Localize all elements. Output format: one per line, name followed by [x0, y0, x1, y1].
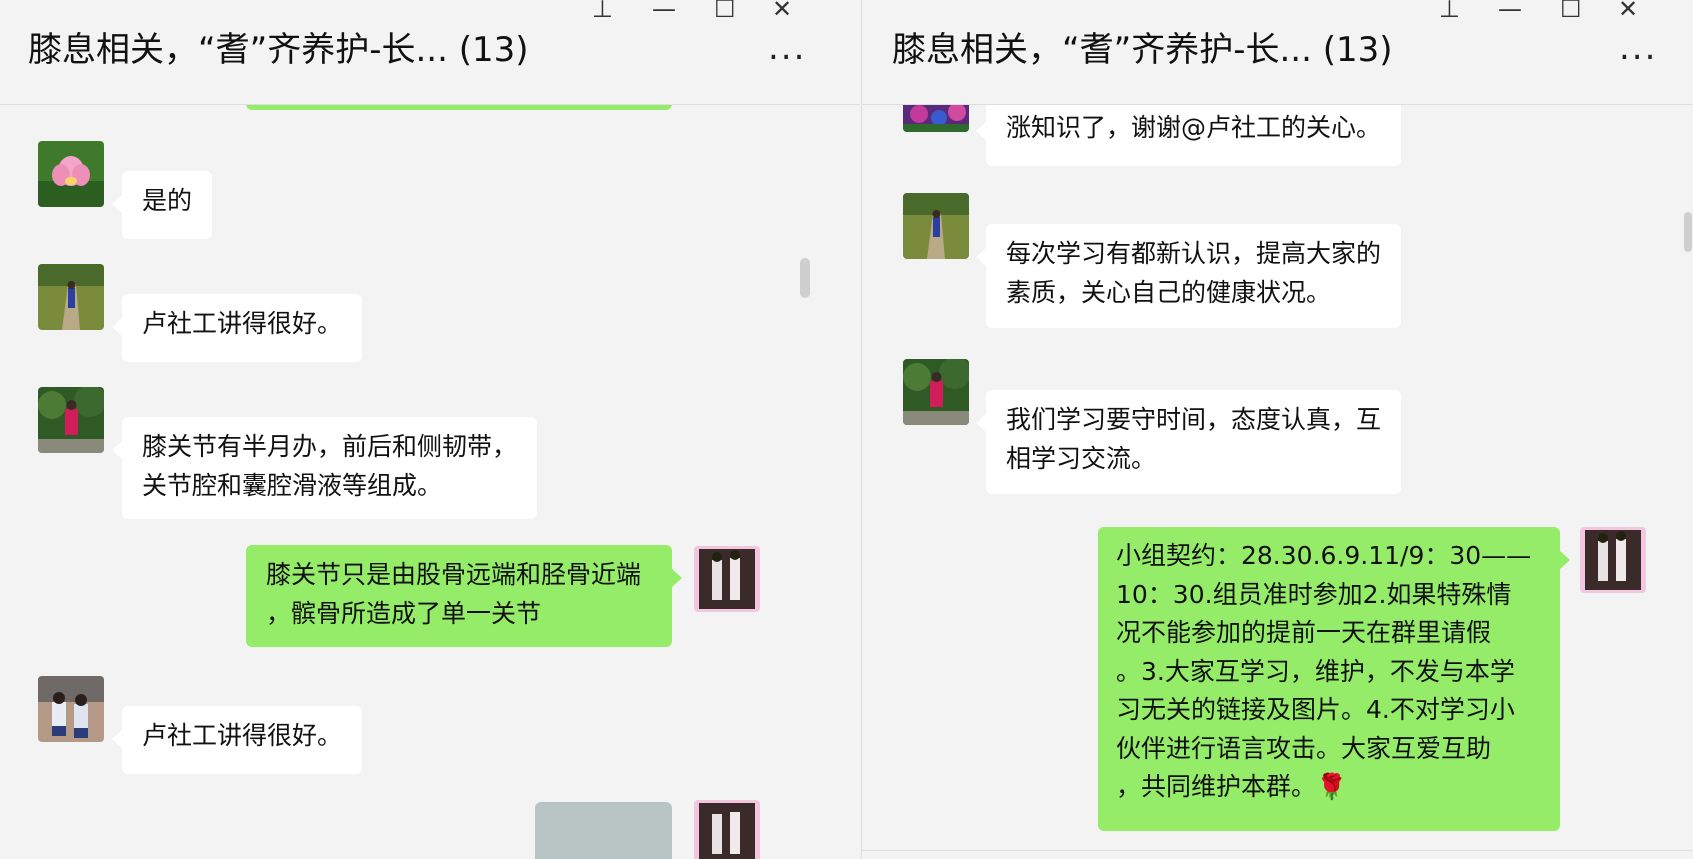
chat-title: 膝息相关，“耆”齐养护-长... (13)	[892, 30, 1393, 70]
message-bubble[interactable]: 每次学习有都新认识，提高大家的 素质，关心自己的健康状况。	[975, 224, 1402, 328]
close-icon[interactable]: ✕	[1618, 0, 1638, 24]
maximize-icon[interactable]: ☐	[714, 0, 736, 24]
message-text: 涨知识了，谢谢@卢社工的关心。	[1006, 113, 1382, 142]
avatar-garden-path[interactable]	[38, 264, 104, 330]
scrollbar-thumb[interactable]	[800, 258, 810, 298]
message-text-line: 况不能参加的提前一天在群里请假	[1116, 618, 1492, 647]
avatar-self[interactable]	[694, 546, 760, 612]
message-bubble[interactable]: 卢社工讲得很好。	[111, 294, 363, 362]
message-text-line: 。3.大家互学习，维护，不发与本学	[1116, 656, 1515, 686]
message-text-line: 小组契约：28.30.6.9.11/9：30——	[1116, 541, 1532, 570]
message-text-line: 我们学习要守时间，态度认真，互	[1006, 405, 1382, 434]
avatar-person-red[interactable]	[38, 387, 104, 453]
pin-icon[interactable]: ⊥	[1439, 0, 1460, 24]
message-text-line: 每次学习有都新认识，提高大家的	[1006, 239, 1382, 268]
message-text-line: 伙伴进行语言攻击。大家互爱互助	[1116, 733, 1492, 763]
avatar-garden-path[interactable]	[903, 193, 969, 259]
input-area-divider	[862, 850, 1693, 851]
minimize-icon[interactable]: —	[1498, 0, 1522, 24]
avatar-self[interactable]	[694, 800, 760, 859]
more-options-icon[interactable]: ...	[768, 28, 806, 68]
message-bubble[interactable]: 我们学习要守时间，态度认真，互 相学习交流。	[975, 390, 1402, 494]
message-bubble-own[interactable]: 小组契约：28.30.6.9.11/9：30—— 10：30.组员准时参加2.如…	[1098, 527, 1570, 831]
message-bubble[interactable]: 涨知识了，谢谢@卢社工的关心。	[975, 98, 1402, 166]
message-text-line: 素质，关心自己的健康状况。	[1006, 278, 1332, 307]
message-bubble[interactable]: 是的	[111, 171, 213, 239]
avatar-person-red[interactable]	[903, 359, 969, 425]
message-text-line: ，髌骨所造成了单一关节	[266, 599, 542, 628]
chat-title: 膝息相关，“耆”齐养护-长... (13)	[28, 30, 529, 70]
pin-icon[interactable]: ⊥	[592, 0, 613, 24]
chat-window-left: 膝息相关，“耆”齐养护-长... (13) ⊥ — ☐ ✕ ... 是的 卢社工…	[0, 0, 860, 859]
message-text-line: 膝关节有半月办，前后和侧韧带，	[142, 432, 518, 461]
image-message-thumbnail[interactable]	[535, 802, 672, 859]
avatar-lotus[interactable]	[38, 141, 104, 207]
message-text-line: 相学习交流。	[1006, 444, 1157, 473]
title-bar: 膝息相关，“耆”齐养护-长... (13) ⊥ — ☐ ✕ ...	[862, 0, 1693, 105]
message-text-line: 关节腔和囊腔滑液等组成。	[142, 471, 443, 500]
message-text-line: 10：30.组员准时参加2.如果特殊情	[1116, 579, 1512, 609]
message-text: 卢社工讲得很好。	[142, 721, 343, 750]
message-bubble-own[interactable]: 膝关节只是由股骨远端和胫骨近端 ，髌骨所造成了单一关节	[246, 545, 682, 647]
minimize-icon[interactable]: —	[652, 0, 676, 24]
message-text-line: ，共同维护本群。🌹	[1116, 772, 1348, 801]
avatar-self[interactable]	[1580, 527, 1646, 593]
chat-window-right: 膝息相关，“耆”齐养护-长... (13) ⊥ — ☐ ✕ ... 涨知识了，谢…	[861, 0, 1693, 859]
message-text-line: 膝关节只是由股骨远端和胫骨近端	[266, 560, 642, 589]
title-bar: 膝息相关，“耆”齐养护-长... (13) ⊥ — ☐ ✕ ...	[0, 0, 860, 105]
message-text: 卢社工讲得很好。	[142, 309, 343, 338]
message-bubble[interactable]: 卢社工讲得很好。	[111, 706, 363, 774]
maximize-icon[interactable]: ☐	[1560, 0, 1582, 24]
message-text: 是的	[142, 186, 193, 215]
message-text-line: 习无关的链接及图片。4.不对学习小	[1116, 695, 1515, 724]
more-options-icon[interactable]: ...	[1619, 28, 1657, 68]
scrollbar-thumb[interactable]	[1684, 212, 1692, 252]
message-bubble[interactable]: 膝关节有半月办，前后和侧韧带， 关节腔和囊腔滑液等组成。	[111, 417, 538, 519]
close-icon[interactable]: ✕	[772, 0, 792, 24]
avatar-children[interactable]	[38, 676, 104, 742]
